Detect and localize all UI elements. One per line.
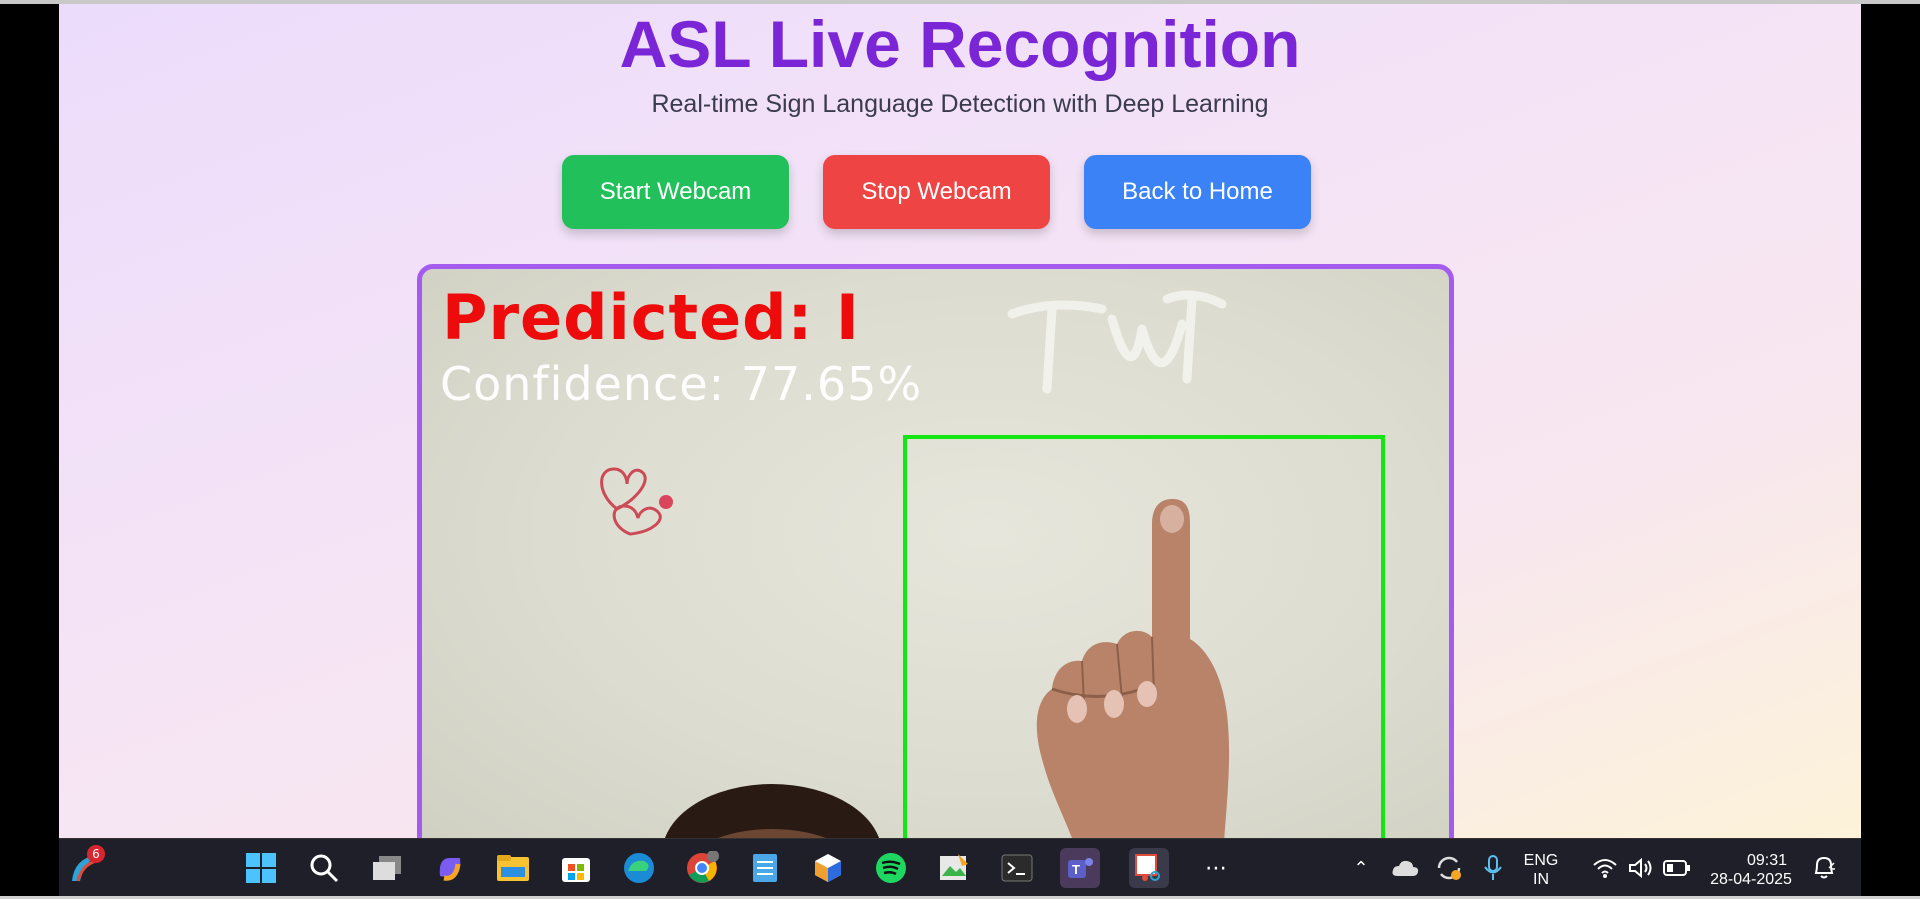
webcam-feed: Predicted: I Confidence: 77.65% xyxy=(417,264,1454,838)
region-code: IN xyxy=(1533,871,1549,888)
sync-icon[interactable] xyxy=(1429,848,1469,888)
edge-icon[interactable] xyxy=(619,848,659,888)
wall-scribble-text xyxy=(1007,290,1227,394)
chevron-up-icon[interactable]: ⌃ xyxy=(1341,848,1381,888)
file-explorer-icon[interactable] xyxy=(493,848,533,888)
stop-webcam-button[interactable]: Stop Webcam xyxy=(823,155,1050,229)
page-subtitle: Real-time Sign Language Detection with D… xyxy=(651,90,1269,118)
battery-icon[interactable] xyxy=(1657,848,1697,888)
chrome-icon[interactable] xyxy=(682,848,722,888)
person-head xyxy=(664,784,880,838)
task-view-icon[interactable] xyxy=(367,848,407,888)
paint-icon[interactable] xyxy=(934,848,974,888)
store-icon[interactable] xyxy=(556,848,596,888)
prediction-overlay: Predicted: I xyxy=(442,281,860,354)
windows-start-icon[interactable] xyxy=(241,848,281,888)
language-indicator[interactable]: ENG IN xyxy=(1521,851,1561,889)
heart-doodle xyxy=(600,467,673,536)
clock[interactable]: 09:31 28-04-2025 xyxy=(1703,851,1799,889)
teams-icon[interactable]: T xyxy=(1060,848,1100,888)
more-icon[interactable]: ⋯ xyxy=(1196,848,1236,888)
snipping-tool-icon[interactable] xyxy=(1129,848,1169,888)
start-webcam-button[interactable]: Start Webcam xyxy=(562,155,789,229)
search-icon[interactable] xyxy=(304,848,344,888)
notification-badge: 6 xyxy=(87,845,105,863)
microphone-icon[interactable] xyxy=(1473,848,1513,888)
terminal-icon[interactable] xyxy=(997,848,1037,888)
windows-taskbar: 6 T ⋯ ⌃ ENG IN 09:31 28-04-2025 xyxy=(59,838,1861,897)
date-text: 28-04-2025 xyxy=(1710,871,1792,888)
back-to-home-button[interactable]: Back to Home xyxy=(1084,155,1311,229)
spotify-icon[interactable] xyxy=(871,848,911,888)
notepad-icon[interactable] xyxy=(745,848,785,888)
wifi-icon[interactable] xyxy=(1585,848,1625,888)
confidence-overlay: Confidence: 77.65% xyxy=(440,357,923,411)
time-text: 09:31 xyxy=(1746,852,1787,869)
svg-text:T: T xyxy=(1072,862,1080,877)
browser-viewport: ASL Live Recognition Real-time Sign Lang… xyxy=(59,4,1861,838)
app-cube-icon[interactable] xyxy=(808,848,848,888)
copilot-icon[interactable] xyxy=(430,848,470,888)
notification-bell-icon[interactable] xyxy=(1804,848,1844,888)
language-code: ENG xyxy=(1523,852,1559,869)
weather-icon[interactable]: 6 xyxy=(63,845,105,888)
volume-icon[interactable] xyxy=(1621,848,1661,888)
page-title: ASL Live Recognition xyxy=(619,7,1301,81)
cloud-icon[interactable] xyxy=(1385,848,1425,888)
hand-bounding-box xyxy=(903,435,1385,838)
